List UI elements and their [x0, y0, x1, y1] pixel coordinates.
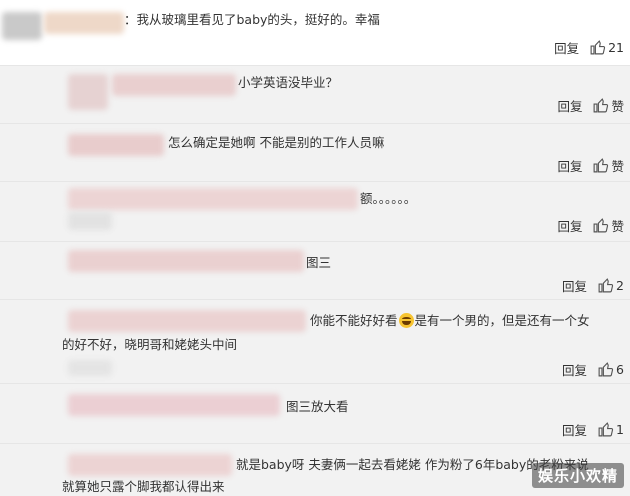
comment-text-line2: 的好不好，晓明哥和姥姥头中间: [62, 337, 238, 352]
like-count: 2: [616, 278, 624, 293]
reply-button[interactable]: 回复: [557, 216, 582, 235]
thumbs-up-icon: [594, 218, 609, 233]
thumbs-up-icon: [594, 158, 609, 173]
avatar[interactable]: [2, 12, 42, 40]
like-button[interactable]: 6: [597, 361, 624, 378]
like-count: 赞: [611, 99, 624, 114]
grinning-face-emoji-icon: [398, 313, 414, 328]
username-blurred[interactable]: [68, 310, 306, 332]
username-blurred[interactable]: [112, 74, 236, 96]
like-count: 赞: [611, 159, 624, 174]
like-button[interactable]: 赞: [592, 216, 624, 235]
comment-text-part: 你能不能好好看: [310, 313, 398, 328]
comment-text: 图三: [306, 255, 332, 270]
comment-actions: 回复 赞: [557, 216, 624, 235]
thumbs-up-icon: [598, 362, 614, 377]
avatar: [68, 360, 112, 376]
watermark: 娱乐小欢精: [531, 463, 624, 488]
comment-text: 图三放大看: [286, 399, 349, 414]
comment-text: ：我从玻璃里看见了baby的头，挺好的。幸福: [124, 12, 380, 27]
reply-button[interactable]: 回复: [557, 156, 582, 175]
avatar[interactable]: [68, 74, 108, 110]
thumbs-up-icon: [598, 278, 614, 293]
thumbs-up-icon: [598, 422, 614, 437]
username-blurred[interactable]: [68, 394, 280, 416]
like-count: 21: [608, 40, 624, 55]
comment-item: 额。。。。。。 回复 赞: [0, 182, 630, 242]
comment-item: 图三 回复 2: [0, 242, 630, 300]
comment-text: 你能不能好好看 是有一个男的，但是还有一个女: [310, 312, 590, 330]
reply-button[interactable]: 回复: [562, 360, 587, 379]
comment-item: 小学英语没毕业？ 回复 赞: [0, 66, 630, 124]
username-blurred[interactable]: [68, 250, 304, 272]
username-blurred[interactable]: [68, 134, 164, 156]
comment-item: ：我从玻璃里看见了baby的头，挺好的。幸福 回复 21: [0, 0, 630, 66]
thumbs-up-icon: [590, 40, 606, 55]
reply-button[interactable]: 回复: [557, 96, 582, 115]
avatar: [68, 212, 112, 230]
comment-item: 图三放大看 回复 1: [0, 384, 630, 444]
like-count: 1: [616, 422, 624, 437]
comment-actions: 回复 21: [554, 38, 624, 57]
like-count: 赞: [611, 219, 624, 234]
reply-button[interactable]: 回复: [562, 420, 587, 439]
comment-item: 你能不能好好看 是有一个男的，但是还有一个女 的好不好，晓明哥和姥姥头中间 回复 …: [0, 300, 630, 384]
like-button[interactable]: 赞: [592, 96, 624, 115]
reply-button[interactable]: 回复: [554, 38, 579, 57]
comment-text: 额。。。。。。: [360, 191, 417, 206]
comment-text-line2: 就算她只露个脚我都认得出来: [62, 479, 225, 494]
comment-text-part: 是有一个男的，但是还有一个女: [414, 313, 590, 328]
like-button[interactable]: 赞: [592, 156, 624, 175]
username-blurred[interactable]: [68, 454, 232, 476]
comment-actions: 回复 6: [562, 360, 624, 379]
like-button[interactable]: 2: [597, 277, 624, 294]
like-button[interactable]: 21: [589, 39, 624, 56]
username-blurred[interactable]: [44, 12, 124, 34]
comment-actions: 回复 2: [562, 276, 624, 295]
like-button[interactable]: 1: [597, 421, 624, 438]
comment-text: 怎么确定是她啊 不能是别的工作人员嘛: [168, 135, 385, 150]
comment-actions: 回复 赞: [557, 96, 624, 115]
comment-text: 小学英语没毕业？: [238, 75, 339, 90]
comment-actions: 回复 赞: [557, 156, 624, 175]
reply-button[interactable]: 回复: [562, 276, 587, 295]
comment-item: 怎么确定是她啊 不能是别的工作人员嘛 回复 赞: [0, 124, 630, 182]
comment-actions: 回复 1: [562, 420, 624, 439]
username-blurred[interactable]: [68, 188, 358, 210]
thumbs-up-icon: [594, 98, 609, 113]
like-count: 6: [616, 362, 624, 377]
